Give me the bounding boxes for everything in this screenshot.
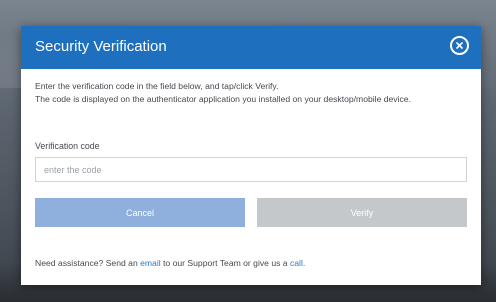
dialog-header: Security Verification	[21, 26, 481, 69]
verification-code-input[interactable]	[35, 157, 467, 182]
instructions: Enter the verification code in the field…	[35, 80, 467, 105]
close-icon	[456, 42, 463, 49]
call-link[interactable]: call	[290, 258, 303, 268]
instructions-line-1: Enter the verification code in the field…	[35, 81, 279, 91]
assistance-suffix: .	[302, 258, 306, 268]
cancel-button[interactable]: Cancel	[35, 198, 245, 227]
close-button[interactable]	[450, 36, 469, 55]
assistance-middle: to our Support Team or give us a	[160, 258, 290, 268]
assistance-prefix: Need assistance? Send an	[35, 258, 141, 268]
assistance-text: Need assistance? Send an email to our Su…	[35, 258, 305, 268]
security-verification-dialog: Security Verification Enter the verifica…	[21, 26, 481, 285]
verify-button[interactable]: Verify	[257, 198, 467, 227]
verification-code-label: Verification code	[35, 141, 100, 151]
instructions-line-2: The code is displayed on the authenticat…	[35, 93, 411, 104]
dialog-title: Security Verification	[35, 38, 167, 55]
email-link[interactable]: email	[140, 258, 161, 268]
